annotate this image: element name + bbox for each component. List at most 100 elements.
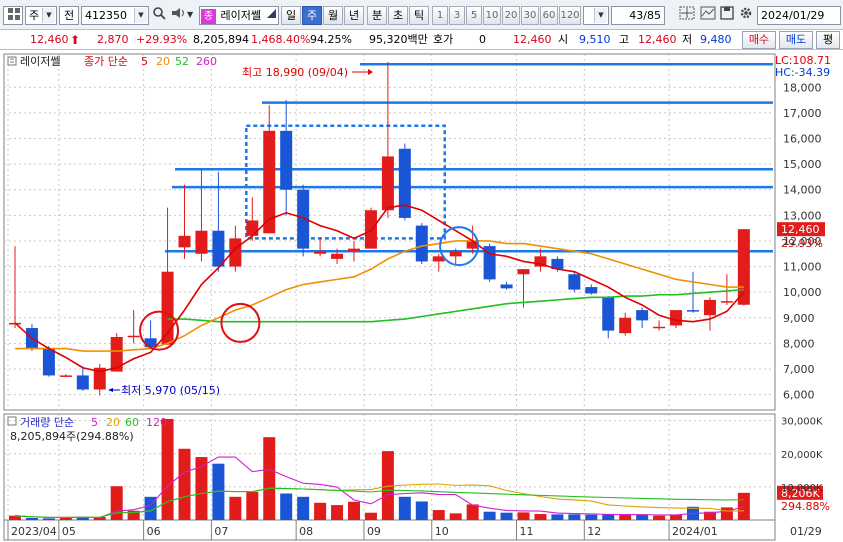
time-tick-label: 2024/01 [672, 525, 718, 538]
price-change-pct: +29.93% [136, 33, 188, 46]
interval-button[interactable]: 3 [449, 6, 465, 25]
vol-legend-ma60: 60 [125, 416, 139, 429]
candle-body [381, 156, 394, 211]
interval-button[interactable]: 5 [466, 6, 482, 25]
tab-period-tick[interactable]: 틱 [409, 6, 429, 25]
legend-ma52: 52 [175, 55, 189, 68]
volume-bar [246, 491, 259, 520]
price-tick-label: 16,000 [783, 133, 822, 146]
gear-icon[interactable] [737, 6, 755, 25]
tab-period-year[interactable]: 년 [344, 6, 364, 25]
interval-label: 120 [560, 10, 580, 21]
candle-body [602, 297, 615, 331]
interval-button[interactable]: 10 [483, 6, 501, 25]
candle-body [59, 375, 72, 377]
candle-body [331, 253, 344, 259]
stock-chart[interactable]: 최고 18,990 (09/04)최저 5,970 (05/15)LC:108.… [0, 50, 843, 542]
legend-ma-label: 종가 단순 [84, 55, 128, 68]
candle-body [585, 287, 598, 294]
volume-bar [737, 492, 750, 520]
type-select[interactable]: 전 [59, 6, 79, 25]
volume-bar [297, 496, 310, 520]
speaker-icon[interactable]: ▼ [169, 6, 197, 25]
line-chart-icon[interactable] [698, 6, 718, 25]
time-axis-panel [3, 519, 776, 541]
candle-body [703, 299, 716, 316]
chevron-down-icon: ▼ [594, 8, 607, 23]
candle-body [280, 130, 293, 190]
chart-settings-icon[interactable] [3, 6, 23, 25]
tab-period-week[interactable]: 주 [302, 6, 322, 25]
search-icon[interactable] [151, 6, 167, 25]
interval-button[interactable]: 60 [540, 6, 558, 25]
volume-tick-label: 10,000K [781, 483, 823, 494]
candle-body [670, 310, 683, 326]
price-change: 2,870 [97, 33, 129, 46]
volume-bar [551, 514, 564, 520]
volume-legend-value: 8,205,894주(294.88%) [10, 430, 134, 443]
volume-bar [500, 512, 513, 520]
market-select[interactable]: 주 ▼ [25, 6, 57, 25]
tab-label: 일 [285, 9, 297, 22]
stock-code-input[interactable]: 412350 ▼ [81, 6, 149, 25]
corner-flag-icon [267, 9, 276, 18]
legend-ma5: 5 [141, 55, 148, 68]
interval-label: 20 [504, 10, 518, 21]
crosshair-icon[interactable] [677, 6, 697, 25]
page-counter: 43/85 [611, 6, 665, 25]
price-tick-label: 9,000 [783, 312, 815, 325]
interval-dropdown[interactable]: ▼ [583, 6, 609, 25]
volume-bar [25, 518, 38, 520]
candle-body [178, 235, 191, 248]
average-button[interactable]: 평 [816, 31, 840, 49]
tab-period-minute[interactable]: 분 [367, 6, 387, 25]
tab-period-month[interactable]: 월 [323, 6, 343, 25]
high-label: 고 [619, 33, 630, 46]
volume-bar [483, 511, 496, 520]
volume-bar [110, 486, 123, 520]
candle-body [687, 310, 699, 312]
time-tick-label: 08 [299, 525, 313, 538]
price-axis: 6,000 7,000 8,000 9,000 10,000 11,000 12,000 13… [781, 81, 823, 494]
tab-label: 틱 [413, 9, 425, 22]
open-price: 9,510 [579, 33, 611, 46]
volume-bar [670, 515, 683, 520]
price-tick-label: 15,000 [783, 158, 822, 171]
candle-body [348, 248, 360, 252]
interval-button[interactable]: 120 [559, 6, 581, 25]
interval-button[interactable]: 1 [432, 6, 448, 25]
candle-body [127, 335, 140, 338]
average-button-label: 평 [822, 33, 834, 46]
tab-period-day[interactable]: 일 [281, 6, 301, 25]
volume-bar [636, 514, 649, 520]
tab-period-second[interactable]: 초 [388, 6, 408, 25]
price-tick-label: 17,000 [783, 107, 822, 120]
volume-bar [229, 496, 242, 520]
buy-button[interactable]: 매수 [742, 31, 776, 49]
save-icon[interactable] [718, 6, 736, 25]
interval-button[interactable]: 20 [502, 6, 520, 25]
volume-bar [398, 496, 411, 520]
interval-label: 30 [523, 10, 537, 21]
price-tick-label: 12,000 [783, 235, 822, 248]
indicator-name: 레이저쎌 [220, 9, 261, 22]
date-input[interactable]: 2024/01/29 [757, 6, 841, 25]
indicator-select[interactable]: 종 레이저쎌 [199, 6, 279, 25]
type-select-value: 전 [63, 9, 75, 22]
volume-tick-label: 30,000K [781, 417, 823, 428]
volume-bar [602, 514, 615, 520]
volume-bar [517, 512, 530, 520]
stock-code-value: 412350 [85, 9, 127, 22]
time-tick-label: 06 [147, 525, 161, 538]
legend-ma260: 260 [196, 55, 217, 68]
time-tick-label: 09 [367, 525, 381, 538]
candle-body [398, 148, 411, 218]
hc-label: HC:-34.39 [775, 66, 830, 79]
interval-label: 1 [436, 10, 444, 21]
tab-label: 주 [306, 9, 318, 22]
interval-button[interactable]: 30 [521, 6, 539, 25]
legend-ma20: 20 [156, 55, 170, 68]
sell-button[interactable]: 매도 [779, 31, 813, 49]
volume-bar [466, 504, 479, 520]
volume-bar [432, 510, 445, 520]
